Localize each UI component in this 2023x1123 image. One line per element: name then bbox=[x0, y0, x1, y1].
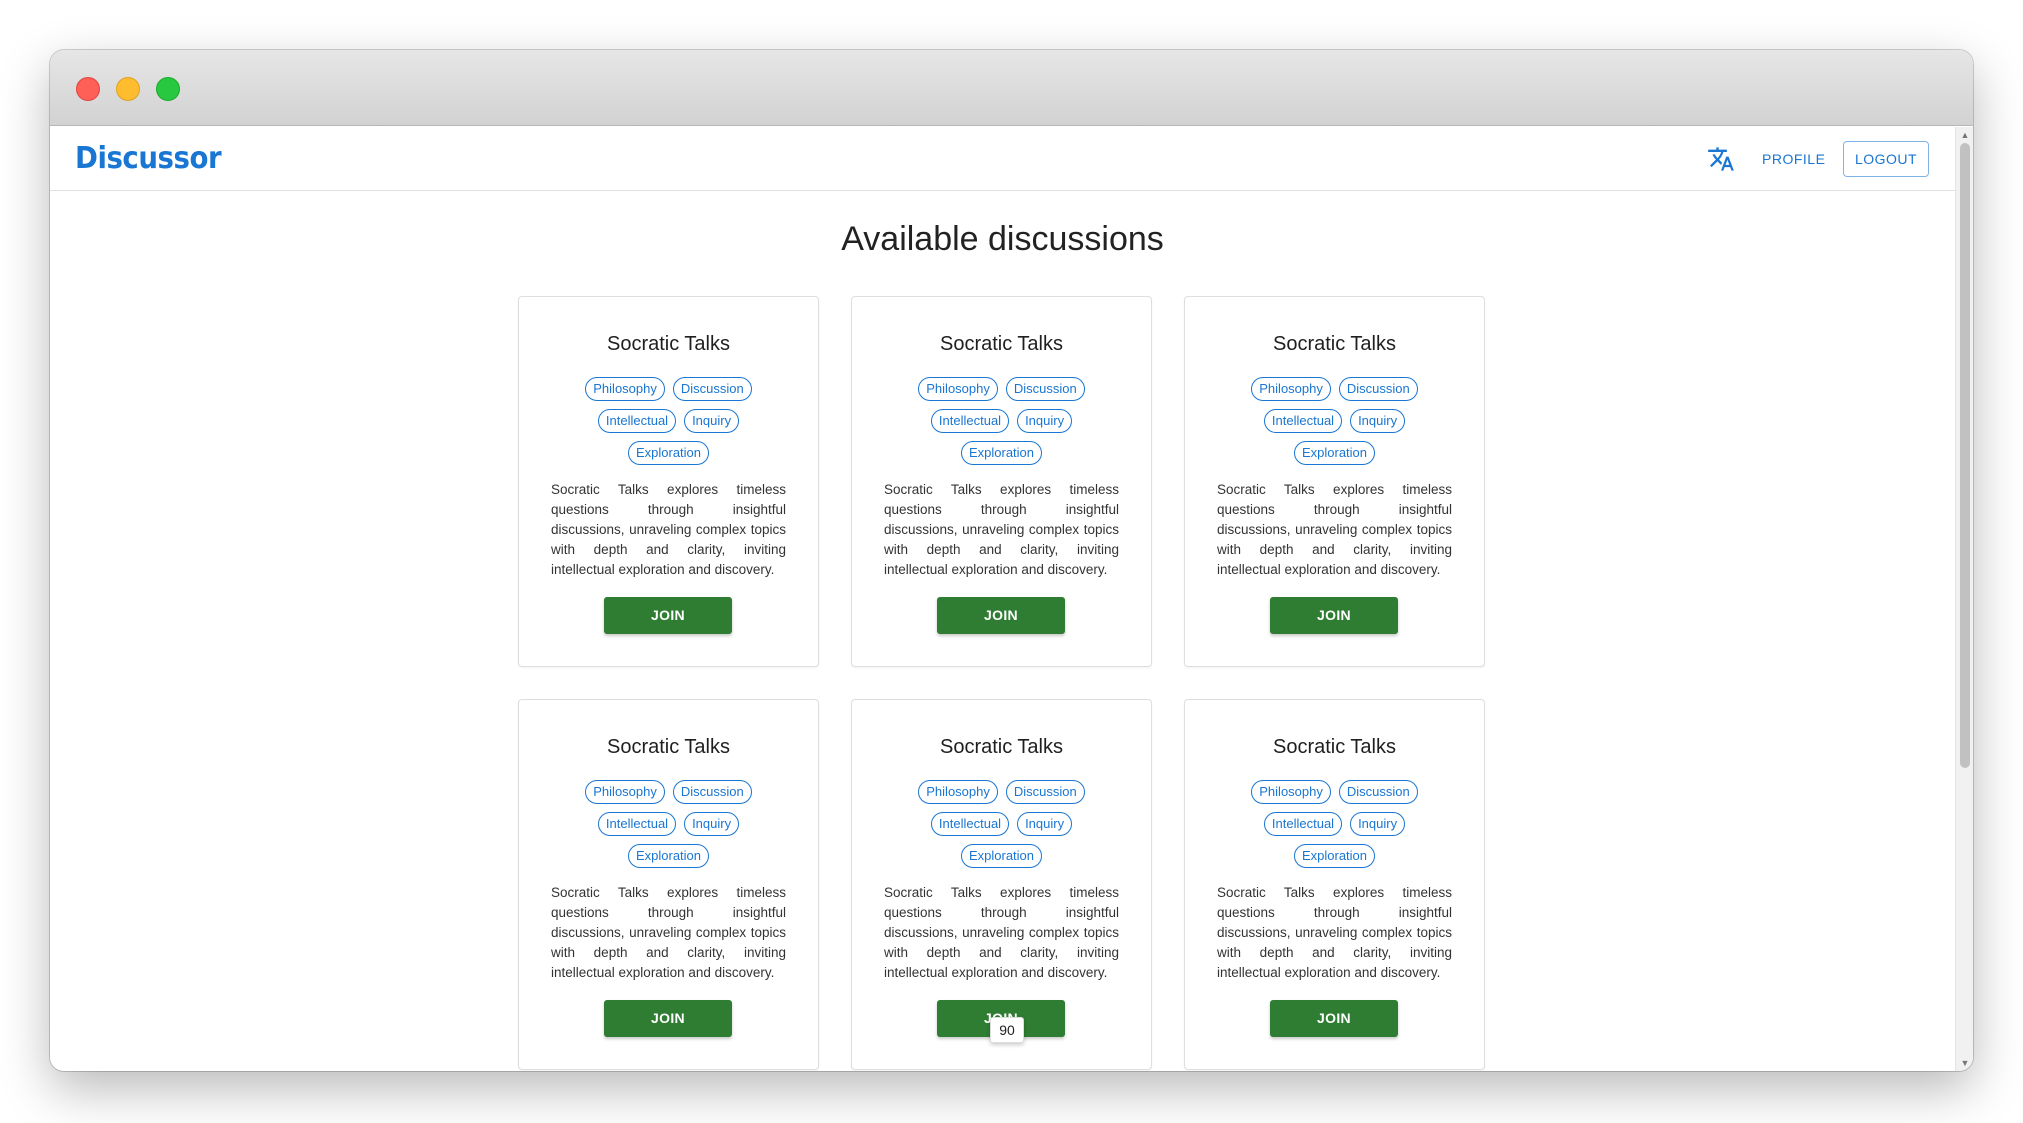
tag-list: Philosophy Discussion Intellectual Inquiry E… bbox=[559, 780, 778, 868]
page-viewport: Discussor PROFILE LOGOUT Available discu… bbox=[50, 127, 1973, 1071]
card-description: Socratic Talks explores timeless questio… bbox=[884, 482, 1119, 577]
card-title: Socratic Talks bbox=[939, 736, 1063, 758]
tag-chip: Discussion bbox=[1005, 780, 1085, 804]
maximize-window-button[interactable] bbox=[156, 77, 180, 101]
tag-chip: Exploration bbox=[960, 441, 1043, 465]
tag-list: Philosophy Discussion Intellectual Inquiry E… bbox=[1225, 377, 1444, 465]
discussion-card: Socratic Talks Philosophy Discussion Intell… bbox=[1184, 296, 1485, 667]
minimize-window-button[interactable] bbox=[116, 77, 140, 101]
discussion-grid: Socratic Talks Philosophy Discussion Intell… bbox=[518, 296, 1488, 1070]
scroll-thumb[interactable] bbox=[1960, 143, 1970, 768]
tag-chip: Exploration bbox=[627, 441, 710, 465]
tag-chip: Philosophy bbox=[918, 780, 998, 804]
tag-chip: Philosophy bbox=[585, 377, 665, 401]
tag-chip: Philosophy bbox=[1251, 377, 1331, 401]
card-description: Socratic Talks explores timeless questio… bbox=[551, 885, 786, 980]
card-description: Socratic Talks explores timeless questio… bbox=[551, 482, 786, 577]
tag-chip: Intellectual bbox=[1263, 409, 1343, 433]
tag-chip: Discussion bbox=[1005, 377, 1085, 401]
tag-list: Philosophy Discussion Intellectual Inquiry E… bbox=[559, 377, 778, 465]
discussion-card: Socratic Talks Philosophy Discussion Intell… bbox=[851, 699, 1152, 1070]
tag-chip: Exploration bbox=[1293, 844, 1376, 868]
tag-chip: Intellectual bbox=[1263, 812, 1343, 836]
tooltip: 90 bbox=[990, 1017, 1024, 1043]
tag-chip: Discussion bbox=[1338, 780, 1418, 804]
discussion-card: Socratic Talks Philosophy Discussion Intell… bbox=[518, 296, 819, 667]
tag-chip: Inquiry bbox=[1017, 409, 1073, 433]
tag-chip: Intellectual bbox=[930, 409, 1010, 433]
app-bar: Discussor PROFILE LOGOUT bbox=[50, 127, 1955, 191]
discussion-card: Socratic Talks Philosophy Discussion Intell… bbox=[518, 699, 819, 1070]
tag-list: Philosophy Discussion Intellectual Inquiry E… bbox=[892, 780, 1111, 868]
card-title: Socratic Talks bbox=[939, 333, 1063, 355]
card-description: Socratic Talks explores timeless questio… bbox=[884, 885, 1119, 980]
tag-chip: Inquiry bbox=[1350, 409, 1406, 433]
tag-chip: Intellectual bbox=[597, 409, 677, 433]
card-description: Socratic Talks explores timeless questio… bbox=[1217, 885, 1452, 980]
profile-link[interactable]: PROFILE bbox=[1762, 145, 1825, 173]
scroll-up-arrow[interactable]: ▲ bbox=[1956, 127, 1973, 143]
tag-chip: Discussion bbox=[672, 780, 752, 804]
tag-chip: Exploration bbox=[1293, 441, 1376, 465]
scroll-down-arrow[interactable]: ▼ bbox=[1956, 1055, 1973, 1071]
tag-chip: Discussion bbox=[1338, 377, 1418, 401]
tag-chip: Philosophy bbox=[1251, 780, 1331, 804]
translate-icon[interactable] bbox=[1707, 145, 1735, 173]
window-titlebar bbox=[50, 50, 1973, 126]
join-button[interactable]: JOIN bbox=[604, 1000, 732, 1037]
card-title: Socratic Talks bbox=[606, 333, 730, 355]
tag-chip: Inquiry bbox=[1017, 812, 1073, 836]
card-title: Socratic Talks bbox=[606, 736, 730, 758]
close-window-button[interactable] bbox=[76, 77, 100, 101]
page-title: Available discussions bbox=[841, 220, 1164, 258]
tag-chip: Discussion bbox=[672, 377, 752, 401]
discussion-card: Socratic Talks Philosophy Discussion Intell… bbox=[851, 296, 1152, 667]
join-button[interactable]: JOIN bbox=[1270, 597, 1398, 634]
tag-list: Philosophy Discussion Intellectual Inquiry E… bbox=[1225, 780, 1444, 868]
join-button[interactable]: JOIN bbox=[1270, 1000, 1398, 1037]
join-button[interactable]: JOIN bbox=[937, 597, 1065, 634]
card-description: Socratic Talks explores timeless questio… bbox=[1217, 482, 1452, 577]
tag-chip: Exploration bbox=[960, 844, 1043, 868]
tag-chip: Intellectual bbox=[597, 812, 677, 836]
card-title: Socratic Talks bbox=[1272, 333, 1396, 355]
brand-logo[interactable]: Discussor bbox=[75, 141, 222, 176]
tag-chip: Philosophy bbox=[918, 377, 998, 401]
join-button[interactable]: JOIN bbox=[604, 597, 732, 634]
tag-chip: Inquiry bbox=[684, 812, 740, 836]
discussion-card: Socratic Talks Philosophy Discussion Intell… bbox=[1184, 699, 1485, 1070]
tag-chip: Exploration bbox=[627, 844, 710, 868]
tag-chip: Inquiry bbox=[684, 409, 740, 433]
vertical-scrollbar[interactable]: ▲ ▼ bbox=[1955, 127, 1973, 1071]
card-title: Socratic Talks bbox=[1272, 736, 1396, 758]
tag-chip: Inquiry bbox=[1350, 812, 1406, 836]
tag-chip: Philosophy bbox=[585, 780, 665, 804]
tag-list: Philosophy Discussion Intellectual Inquiry E… bbox=[892, 377, 1111, 465]
tag-chip: Intellectual bbox=[930, 812, 1010, 836]
browser-window: Discussor PROFILE LOGOUT Available discu… bbox=[50, 50, 1973, 1071]
logout-button[interactable]: LOGOUT bbox=[1843, 141, 1929, 177]
